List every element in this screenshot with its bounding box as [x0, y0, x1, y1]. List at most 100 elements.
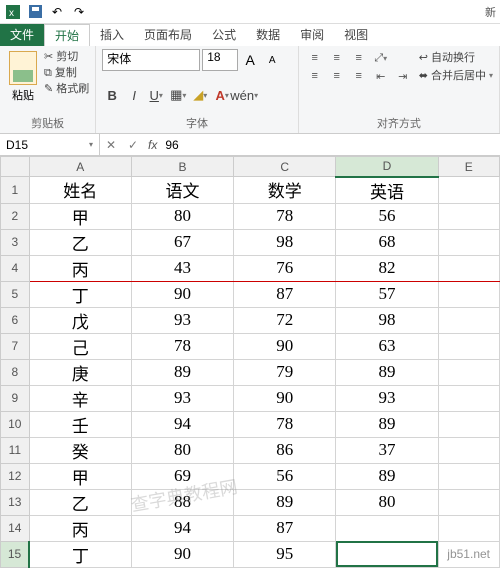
tab-insert[interactable]: 插入 — [90, 24, 134, 46]
cell[interactable]: 56 — [234, 463, 336, 489]
cell[interactable]: 丁 — [29, 281, 131, 307]
cell[interactable]: 语文 — [131, 177, 233, 204]
cell[interactable]: 68 — [336, 229, 438, 255]
cell[interactable] — [438, 411, 499, 437]
cell[interactable]: 甲 — [29, 203, 131, 229]
phonetic-button[interactable]: wén▾ — [234, 85, 254, 105]
cell[interactable]: 94 — [131, 411, 233, 437]
cell[interactable]: 己 — [29, 333, 131, 359]
formula-input[interactable]: 96 — [161, 138, 182, 152]
row-head[interactable]: 8 — [1, 359, 30, 385]
cell[interactable]: 90 — [234, 385, 336, 411]
row-head[interactable]: 13 — [1, 489, 30, 515]
spreadsheet-grid[interactable]: A B C D E 1姓名语文数学英语2甲8078563乙6798684丙437… — [0, 156, 500, 568]
cell[interactable]: 57 — [336, 281, 438, 307]
underline-button[interactable]: U▾ — [146, 85, 166, 105]
cancel-icon[interactable]: ✕ — [100, 138, 122, 152]
cell[interactable]: 82 — [336, 255, 438, 281]
align-bottom-icon[interactable]: ≡ — [349, 49, 369, 67]
cell[interactable]: 78 — [234, 203, 336, 229]
cell[interactable]: 90 — [234, 333, 336, 359]
cell[interactable]: 98 — [336, 307, 438, 333]
fill-color-button[interactable]: ◢▾ — [190, 85, 210, 105]
save-icon[interactable] — [26, 3, 44, 21]
cell[interactable]: 63 — [336, 333, 438, 359]
undo-icon[interactable]: ↶ — [48, 3, 66, 21]
cell[interactable]: 89 — [336, 411, 438, 437]
select-all-corner[interactable] — [1, 157, 30, 177]
cell[interactable]: 93 — [336, 385, 438, 411]
cell[interactable]: 89 — [336, 463, 438, 489]
tab-data[interactable]: 数据 — [246, 24, 290, 46]
cell[interactable] — [438, 385, 499, 411]
shrink-font-icon[interactable]: A — [262, 50, 282, 70]
col-B[interactable]: B — [131, 157, 233, 177]
cell[interactable]: 英语 — [336, 177, 438, 204]
row-head[interactable]: 5 — [1, 281, 30, 307]
italic-button[interactable]: I — [124, 85, 144, 105]
cell[interactable]: 98 — [234, 229, 336, 255]
cell[interactable]: 80 — [131, 203, 233, 229]
cell[interactable]: 姓名 — [29, 177, 131, 204]
cell[interactable] — [438, 229, 499, 255]
tab-review[interactable]: 审阅 — [290, 24, 334, 46]
paste-button[interactable]: 粘贴 — [6, 49, 40, 103]
align-center-icon[interactable]: ≡ — [327, 67, 347, 85]
enter-icon[interactable]: ✓ — [122, 138, 144, 152]
cell[interactable]: 辛 — [29, 385, 131, 411]
cell[interactable] — [438, 463, 499, 489]
format-painter-button[interactable]: ✎格式刷 — [44, 81, 89, 97]
bold-button[interactable]: B — [102, 85, 122, 105]
cell[interactable]: 78 — [234, 411, 336, 437]
cell[interactable]: 乙 — [29, 489, 131, 515]
cell[interactable] — [438, 255, 499, 281]
cell[interactable]: 戊 — [29, 307, 131, 333]
row-head[interactable]: 6 — [1, 307, 30, 333]
cell[interactable]: 87 — [234, 281, 336, 307]
cell[interactable] — [438, 281, 499, 307]
cell[interactable]: 67 — [131, 229, 233, 255]
cell[interactable]: 丙 — [29, 255, 131, 281]
row-head[interactable]: 15 — [1, 541, 30, 567]
cell[interactable]: 甲 — [29, 463, 131, 489]
row-head[interactable]: 9 — [1, 385, 30, 411]
font-size-select[interactable]: 18 — [202, 49, 238, 71]
cell[interactable] — [438, 333, 499, 359]
redo-icon[interactable]: ↷ — [70, 3, 88, 21]
cell[interactable]: 78 — [131, 333, 233, 359]
cell[interactable]: 癸 — [29, 437, 131, 463]
tab-pagelayout[interactable]: 页面布局 — [134, 24, 202, 46]
cell[interactable]: 89 — [336, 359, 438, 385]
align-middle-icon[interactable]: ≡ — [327, 49, 347, 67]
cell[interactable]: 乙 — [29, 229, 131, 255]
cell[interactable] — [438, 489, 499, 515]
cell[interactable]: 80 — [131, 437, 233, 463]
cell[interactable]: 76 — [234, 255, 336, 281]
row-head[interactable]: 14 — [1, 515, 30, 541]
tab-view[interactable]: 视图 — [334, 24, 378, 46]
tab-formulas[interactable]: 公式 — [202, 24, 246, 46]
cell[interactable]: 89 — [234, 489, 336, 515]
cell[interactable]: 56 — [336, 203, 438, 229]
cell[interactable] — [438, 437, 499, 463]
cell[interactable]: 丁 — [29, 541, 131, 567]
cell[interactable]: 69 — [131, 463, 233, 489]
cell[interactable]: 93 — [131, 385, 233, 411]
align-right-icon[interactable]: ≡ — [349, 67, 369, 85]
name-box[interactable]: D15▾ — [0, 134, 100, 155]
cut-button[interactable]: ✂剪切 — [44, 49, 89, 65]
indent-dec-icon[interactable]: ⇤ — [371, 67, 391, 85]
cell[interactable] — [336, 515, 438, 541]
col-A[interactable]: A — [29, 157, 131, 177]
fx-icon[interactable]: fx — [144, 138, 161, 152]
cell[interactable]: 95 — [234, 541, 336, 567]
row-head[interactable]: 7 — [1, 333, 30, 359]
row-head[interactable]: 4 — [1, 255, 30, 281]
tab-home[interactable]: 开始 — [44, 24, 90, 46]
row-head[interactable]: 1 — [1, 177, 30, 204]
row-head[interactable]: 11 — [1, 437, 30, 463]
col-E[interactable]: E — [438, 157, 499, 177]
grow-font-icon[interactable]: A — [240, 50, 260, 70]
column-headers[interactable]: A B C D E — [1, 157, 500, 177]
cell[interactable]: 90 — [131, 281, 233, 307]
